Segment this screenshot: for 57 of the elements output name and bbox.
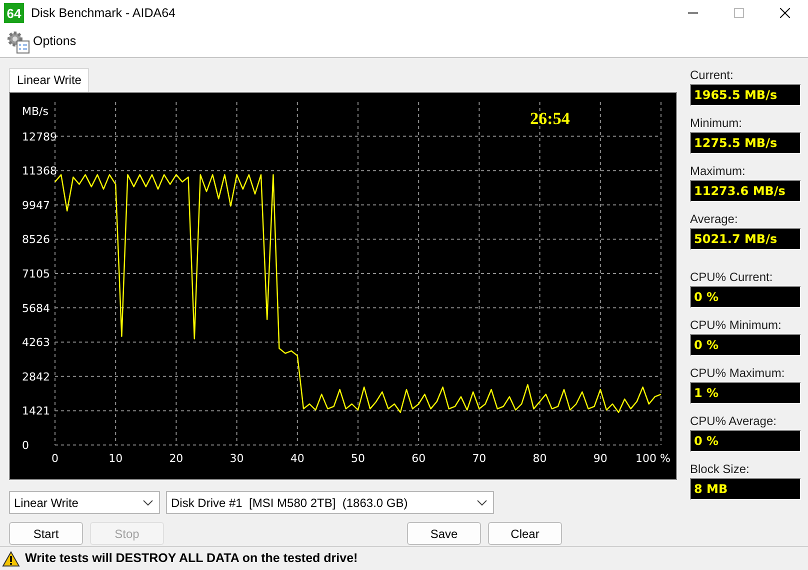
app-logo: 64 [4, 3, 24, 23]
x-tick-label: 100 % [636, 452, 670, 465]
x-tick-label: 20 [169, 452, 184, 465]
stat-label: CPU% Average: [690, 414, 778, 428]
stat-value: 11273.6 MB/s [690, 180, 801, 202]
stat-label: CPU% Minimum: [690, 318, 782, 332]
test-type-dropdown[interactable]: Linear Write [9, 491, 160, 514]
stat-label: CPU% Current: [690, 270, 774, 284]
maximize-icon [734, 8, 744, 18]
drive-dropdown[interactable]: Disk Drive #1 [MSI M580 2TB] (1863.0 GB) [166, 491, 494, 514]
stat-value: 0 % [690, 286, 801, 308]
close-icon [780, 8, 790, 18]
y-axis-label: MB/s [22, 105, 48, 118]
y-tick-label: 4263 [22, 336, 50, 350]
stat-label: CPU% Maximum: [690, 366, 786, 380]
elapsed-time: 26:54 [530, 109, 570, 128]
stat-label: Block Size: [690, 462, 750, 476]
stat-label: Current: [690, 68, 734, 82]
stat-value: 5021.7 MB/s [690, 228, 801, 250]
action-button[interactable]: Start [9, 522, 83, 545]
x-tick-label: 0 [52, 452, 58, 465]
stat-value: 1965.5 MB/s [690, 84, 801, 106]
x-tick-label: 90 [593, 452, 608, 465]
chevron-down-icon [477, 500, 487, 506]
y-tick-label: 12789 [22, 130, 57, 144]
y-tick-label: 1421 [22, 404, 50, 418]
y-tick-label: 0 [22, 439, 29, 452]
settings-icon [6, 30, 30, 54]
stat-value: 1275.5 MB/s [690, 132, 801, 154]
y-tick-label: 11368 [22, 164, 57, 178]
x-tick-label: 70 [472, 452, 486, 465]
action-button[interactable]: Save [407, 522, 481, 545]
x-tick-label: 30 [230, 452, 244, 465]
x-tick-label: 10 [108, 452, 123, 465]
y-tick-label: 2842 [22, 370, 50, 384]
chevron-down-icon [143, 500, 153, 506]
x-tick-label: 60 [412, 452, 426, 465]
stat-label: Minimum: [690, 116, 744, 130]
stat-value: 1 % [690, 382, 801, 404]
tab[interactable]: Linear Write [9, 68, 90, 92]
y-tick-label: 8526 [22, 233, 50, 246]
options-menu[interactable]: Options [6, 30, 76, 54]
window-title: Disk Benchmark - AIDA64 [31, 4, 176, 22]
stat-value: 0 % [690, 430, 801, 452]
x-tick-label: 40 [290, 452, 304, 465]
x-tick-label: 80 [532, 452, 547, 465]
y-tick-label: 5684 [22, 302, 50, 315]
warning-icon [2, 550, 20, 566]
stat-value: 8 MB [690, 478, 801, 500]
stat-label: Maximum: [690, 164, 746, 178]
stat-label: Average: [690, 212, 739, 226]
stat-value: 0 % [690, 334, 801, 356]
y-tick-label: 9947 [22, 198, 50, 212]
warning-message: Write tests will DESTROY ALL DATA on the tested drive! [25, 550, 358, 568]
x-tick-label: 50 [351, 452, 365, 465]
action-button[interactable]: Clear [488, 522, 562, 545]
y-tick-label: 7105 [22, 268, 50, 280]
